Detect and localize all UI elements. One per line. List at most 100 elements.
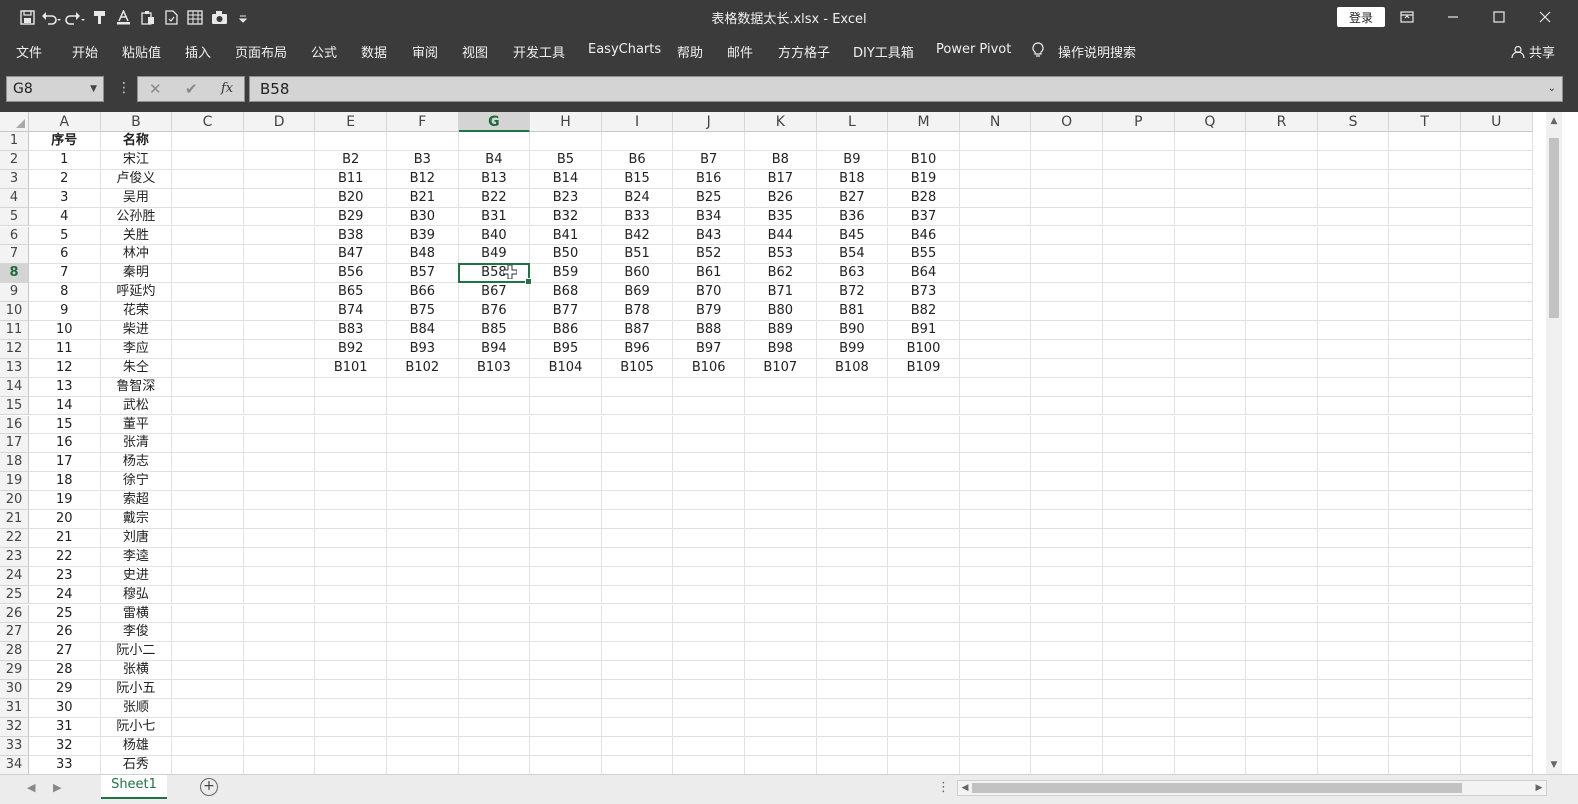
tab-paste-values[interactable]: 粘贴值 <box>122 42 161 61</box>
cell[interactable] <box>1031 434 1103 454</box>
cell[interactable]: 13 <box>29 377 101 397</box>
cell[interactable] <box>315 755 387 774</box>
row-header[interactable]: 14 <box>0 377 29 397</box>
cell[interactable]: B9 <box>816 150 889 170</box>
cell[interactable] <box>458 528 531 548</box>
cell[interactable] <box>387 547 459 567</box>
cell[interactable] <box>530 736 602 756</box>
cell[interactable] <box>1389 245 1461 265</box>
row-header[interactable]: 17 <box>0 434 29 454</box>
maximize-icon[interactable] <box>1476 0 1522 34</box>
cell[interactable]: B103 <box>458 358 531 378</box>
row-header[interactable]: 13 <box>0 358 29 378</box>
cell[interactable] <box>530 623 602 643</box>
cell[interactable] <box>1246 755 1318 774</box>
cell[interactable] <box>1317 396 1390 416</box>
cell[interactable] <box>1461 736 1533 756</box>
cell[interactable]: 16 <box>29 434 101 454</box>
cell[interactable] <box>1103 699 1175 718</box>
cell[interactable] <box>1174 755 1247 774</box>
row-header[interactable]: 20 <box>0 491 29 510</box>
column-header-k[interactable]: K <box>745 112 817 132</box>
cell[interactable] <box>1103 339 1175 359</box>
cell[interactable] <box>959 283 1032 303</box>
sheet-tab[interactable]: Sheet1 <box>101 775 167 799</box>
cell[interactable] <box>458 491 531 510</box>
cell[interactable] <box>1389 453 1461 473</box>
cell[interactable] <box>1246 188 1318 208</box>
cell[interactable] <box>530 755 602 774</box>
cell[interactable] <box>816 642 889 662</box>
cell[interactable] <box>458 717 531 737</box>
cell[interactable] <box>172 604 244 624</box>
cell[interactable] <box>959 491 1032 510</box>
cell[interactable] <box>1461 245 1533 265</box>
cell[interactable] <box>1461 132 1533 151</box>
cell[interactable] <box>243 699 316 718</box>
cell[interactable] <box>1103 377 1175 397</box>
cell[interactable] <box>959 150 1032 170</box>
cell[interactable]: B102 <box>387 358 459 378</box>
cell[interactable]: B37 <box>888 207 960 227</box>
cell[interactable] <box>959 434 1032 454</box>
cell[interactable] <box>387 434 459 454</box>
cell[interactable] <box>315 736 387 756</box>
row-header[interactable]: 28 <box>0 642 29 662</box>
cell[interactable] <box>530 377 602 397</box>
cell[interactable] <box>888 528 960 548</box>
tab-file[interactable]: 文件 <box>16 42 42 61</box>
cell[interactable] <box>243 736 316 756</box>
cell[interactable]: 刘唐 <box>100 528 173 548</box>
row-header[interactable]: 6 <box>0 226 29 246</box>
cell[interactable]: 索超 <box>100 491 173 510</box>
cell[interactable] <box>387 491 459 510</box>
cell[interactable] <box>1174 699 1247 718</box>
cell[interactable] <box>1389 264 1461 284</box>
cell[interactable] <box>1103 358 1175 378</box>
cell[interactable]: B48 <box>387 245 459 265</box>
cell[interactable]: B79 <box>673 302 745 321</box>
cell[interactable] <box>243 207 316 227</box>
cell[interactable] <box>816 661 889 681</box>
cell[interactable] <box>1246 321 1318 340</box>
row-header[interactable]: 24 <box>0 566 29 586</box>
cell[interactable]: 阮小七 <box>100 717 173 737</box>
cell[interactable] <box>1317 358 1390 378</box>
cell[interactable] <box>1461 491 1533 510</box>
cell[interactable]: 徐宁 <box>100 472 173 492</box>
cell[interactable] <box>1246 302 1318 321</box>
cell[interactable] <box>745 453 817 473</box>
cell[interactable]: B57 <box>387 264 459 284</box>
cell[interactable] <box>888 453 960 473</box>
cell[interactable] <box>816 510 889 529</box>
cell[interactable] <box>315 472 387 492</box>
cell[interactable] <box>243 132 316 151</box>
cell[interactable] <box>1246 491 1318 510</box>
cell[interactable]: 18 <box>29 472 101 492</box>
cell[interactable]: B74 <box>315 302 387 321</box>
cell[interactable] <box>1389 510 1461 529</box>
cell[interactable] <box>458 453 531 473</box>
cell[interactable] <box>172 755 244 774</box>
cell[interactable] <box>243 585 316 605</box>
cell[interactable]: 张顺 <box>100 699 173 718</box>
cell[interactable]: B89 <box>745 321 817 340</box>
cell[interactable]: B51 <box>601 245 674 265</box>
cell[interactable] <box>387 699 459 718</box>
cell[interactable] <box>888 491 960 510</box>
cell[interactable] <box>959 169 1032 189</box>
cell[interactable] <box>172 264 244 284</box>
cell[interactable] <box>1317 283 1390 303</box>
cell[interactable]: B61 <box>673 264 745 284</box>
cell[interactable]: 董平 <box>100 415 173 435</box>
cell[interactable] <box>673 415 745 435</box>
row-header[interactable]: 19 <box>0 472 29 492</box>
cell[interactable] <box>601 415 674 435</box>
cell[interactable]: B44 <box>745 226 817 246</box>
cell[interactable] <box>243 339 316 359</box>
cell[interactable] <box>959 321 1032 340</box>
cell[interactable] <box>1174 680 1247 699</box>
column-header-r[interactable]: R <box>1246 112 1318 132</box>
cell[interactable] <box>816 472 889 492</box>
cell[interactable]: B38 <box>315 226 387 246</box>
